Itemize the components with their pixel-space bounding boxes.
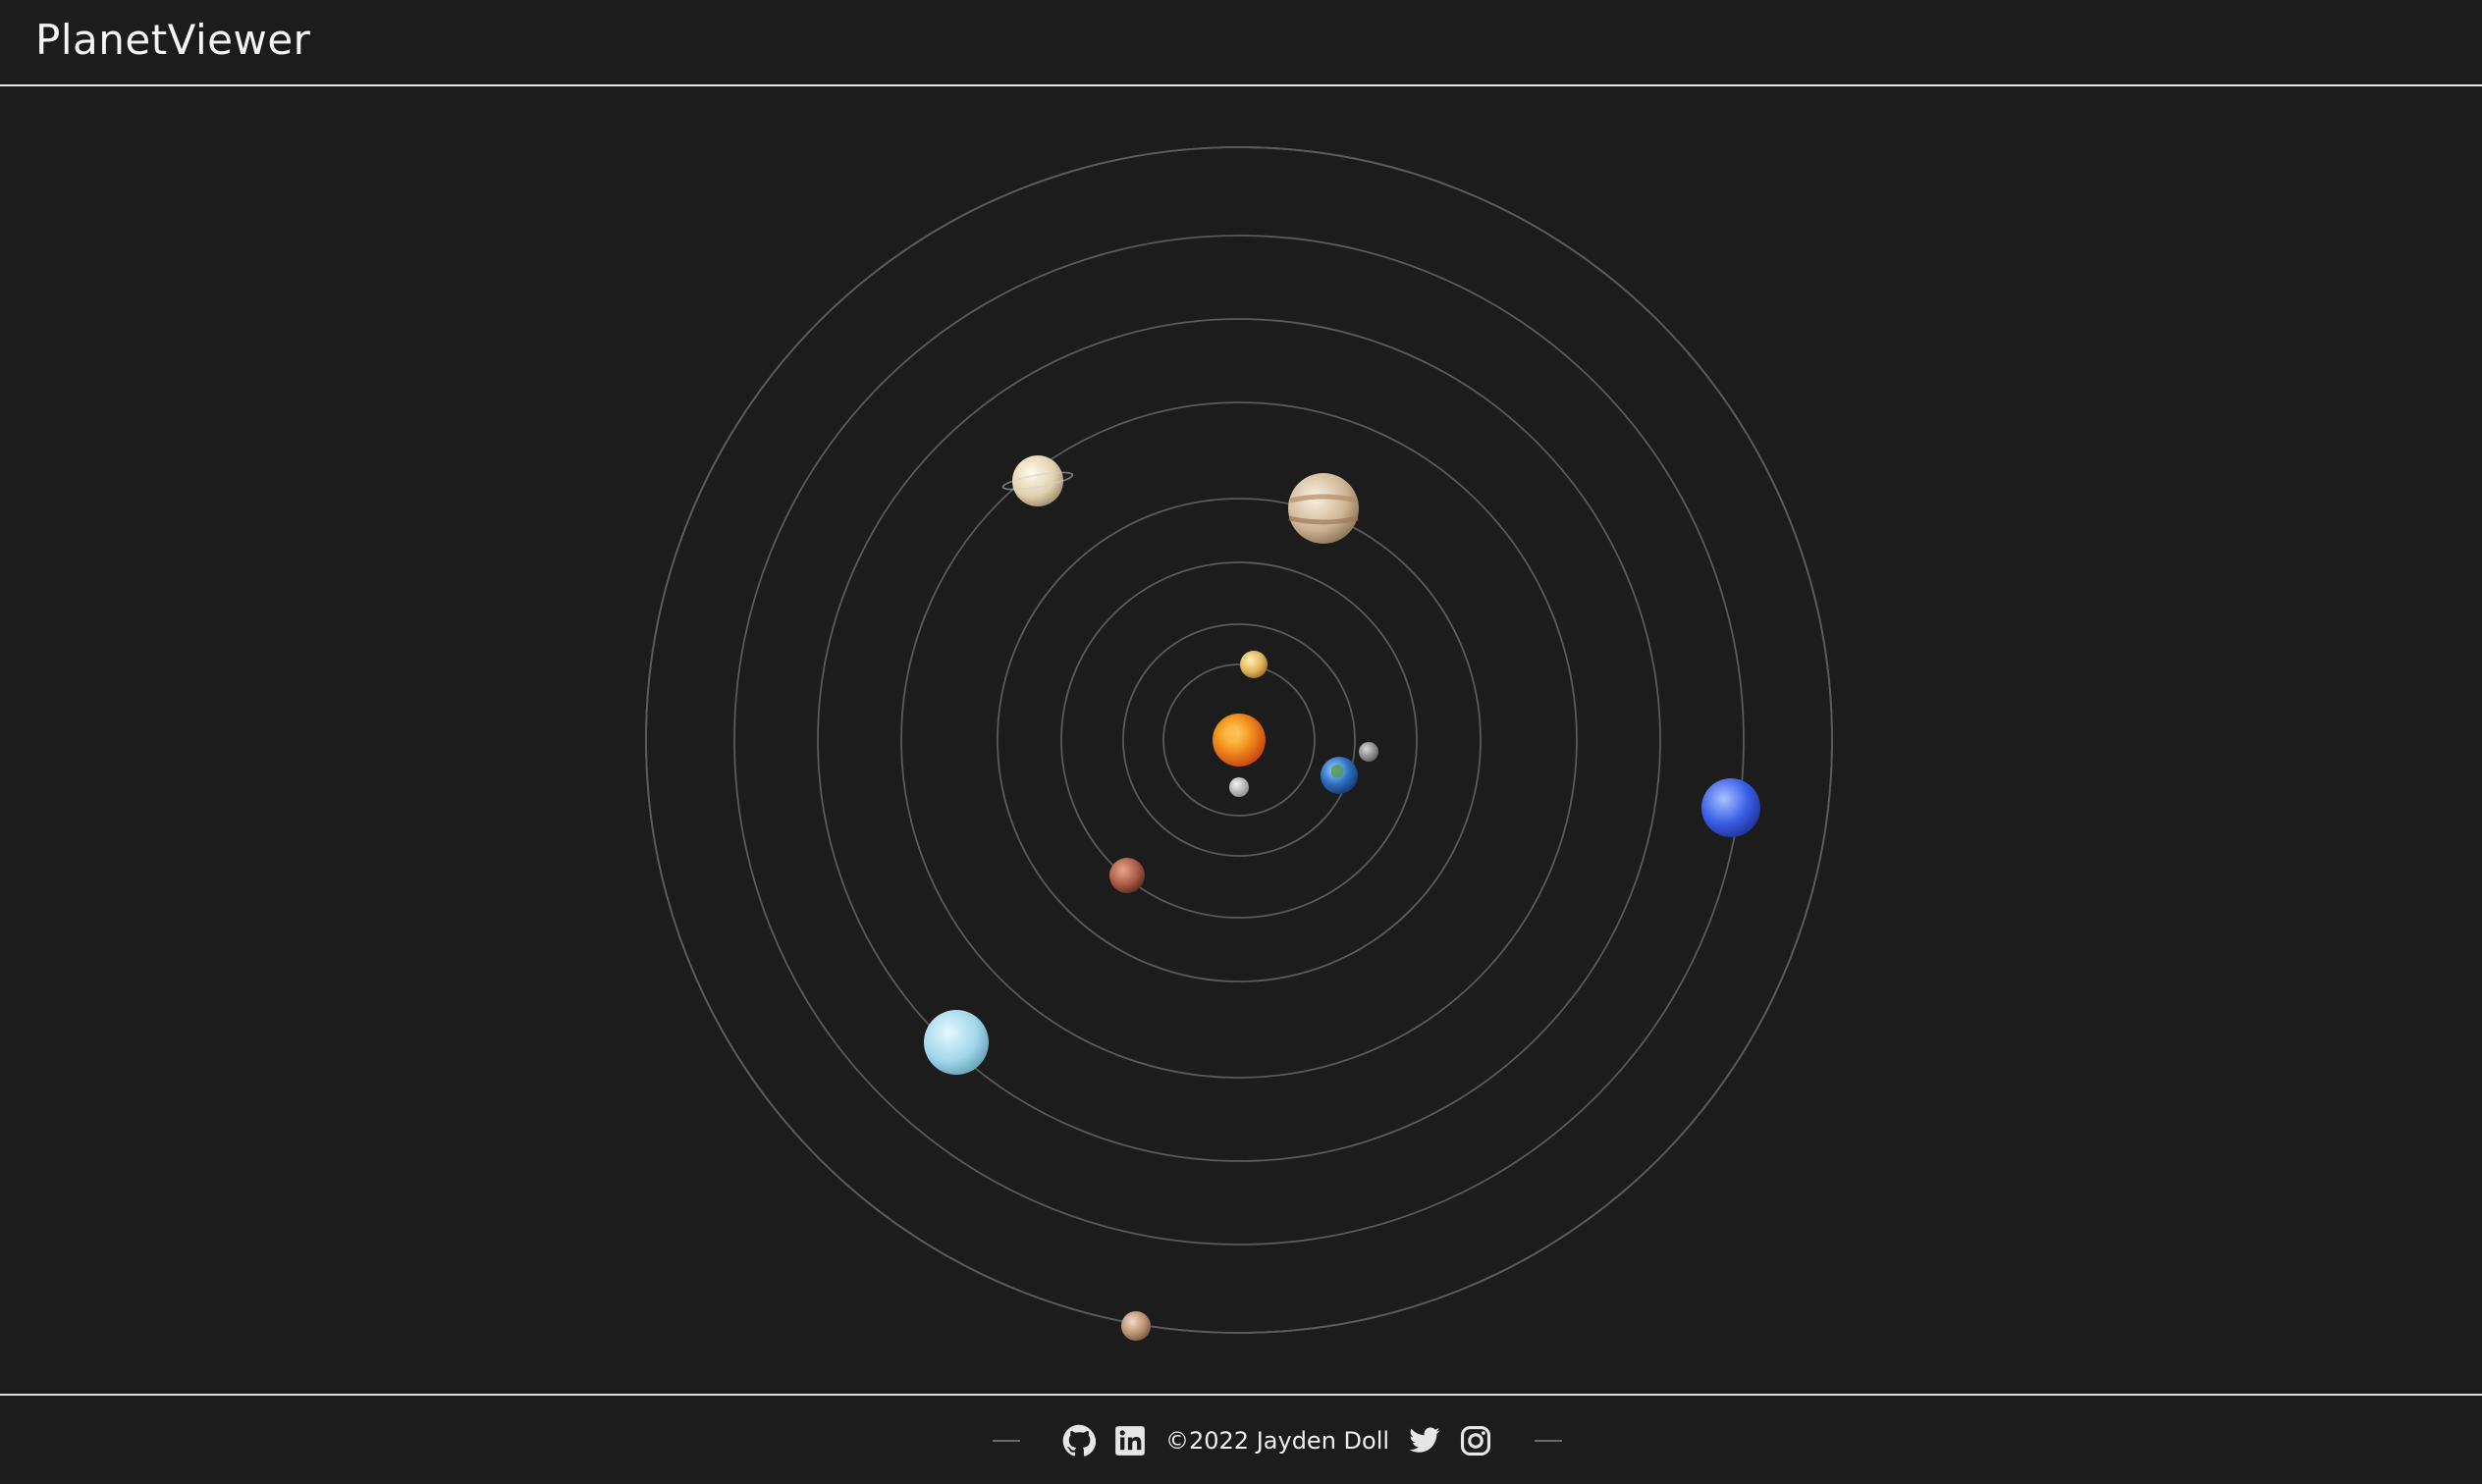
planet-uranus[interactable] bbox=[924, 1010, 989, 1075]
planet-saturn[interactable] bbox=[1001, 455, 1074, 506]
twitter-icon[interactable] bbox=[1408, 1424, 1441, 1458]
planet-pluto[interactable] bbox=[1121, 1311, 1151, 1341]
copyright-text: ©2022 Jayden Doll bbox=[1165, 1427, 1390, 1455]
app-root: PlanetViewer ©2022 Jayden Doll bbox=[0, 0, 2482, 1484]
jupiter-body bbox=[1288, 473, 1359, 544]
footer-divider-right bbox=[1535, 1440, 1563, 1442]
instagram-icon[interactable] bbox=[1459, 1424, 1492, 1458]
moon[interactable] bbox=[1359, 742, 1378, 762]
saturn-body bbox=[1012, 455, 1063, 506]
sun[interactable] bbox=[1213, 714, 1266, 767]
planet-neptune[interactable] bbox=[1701, 778, 1760, 837]
planet-mars[interactable] bbox=[1109, 858, 1145, 893]
app-title[interactable]: PlanetViewer bbox=[35, 12, 310, 69]
footer-divider-left bbox=[993, 1440, 1020, 1442]
planet-jupiter[interactable] bbox=[1288, 473, 1359, 544]
sun-spot bbox=[1225, 728, 1237, 740]
top-navbar: PlanetViewer bbox=[0, 0, 2482, 86]
solar-system-view bbox=[0, 86, 2482, 1394]
linkedin-icon[interactable] bbox=[1113, 1424, 1147, 1458]
planet-venus[interactable] bbox=[1240, 651, 1268, 678]
planet-mercury[interactable] bbox=[1229, 777, 1249, 797]
solar-system-canvas[interactable] bbox=[0, 86, 2482, 1394]
footer: ©2022 Jayden Doll bbox=[0, 1394, 2482, 1484]
footer-links: ©2022 Jayden Doll bbox=[993, 1421, 1563, 1460]
github-icon[interactable] bbox=[1062, 1424, 1096, 1458]
